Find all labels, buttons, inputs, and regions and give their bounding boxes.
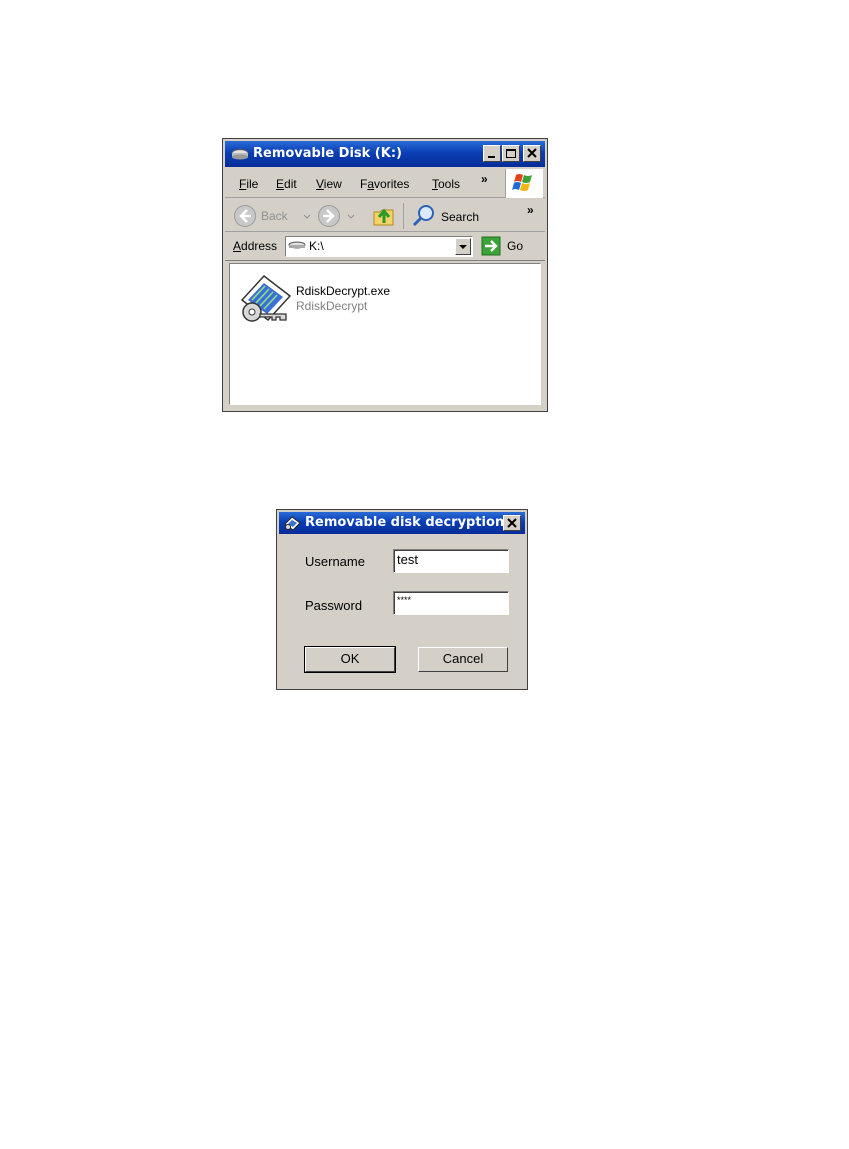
menu-view[interactable]: View [316, 177, 342, 191]
file-description: RdiskDecrypt [296, 299, 368, 313]
ok-button[interactable]: OK [304, 646, 396, 673]
address-bar: Address K:\ Go [225, 233, 545, 261]
address-input[interactable]: K:\ [285, 236, 473, 257]
file-item[interactable]: RdiskDecrypt.exe RdiskDecrypt [234, 270, 414, 330]
dialog-title: Removable disk decryption [305, 515, 505, 530]
chevron-down-icon [347, 214, 355, 219]
minimize-button[interactable] [483, 145, 501, 162]
password-label: Password [305, 598, 363, 613]
back-label: Back [261, 209, 288, 223]
file-list-area[interactable]: RdiskDecrypt.exe RdiskDecrypt [229, 263, 541, 405]
toolbar-overflow-chevron[interactable]: » [527, 203, 534, 217]
file-name: RdiskDecrypt.exe [296, 284, 391, 298]
maximize-button[interactable] [502, 145, 520, 162]
toolbar-separator [403, 203, 404, 229]
back-arrow-icon [234, 205, 256, 227]
chevron-down-icon [303, 214, 311, 219]
dialog-titlebar[interactable]: Removable disk decryption [279, 512, 525, 534]
explorer-title: Removable Disk (K:) [253, 146, 402, 161]
explorer-window: Removable Disk (K:) File Edit View Favor… [222, 138, 548, 412]
maximize-icon [506, 149, 516, 158]
forward-button[interactable] [317, 204, 359, 228]
dropdown-arrow-icon [459, 245, 467, 249]
forward-arrow-icon [318, 205, 340, 227]
go-arrow-icon [481, 236, 501, 256]
go-label: Go [507, 239, 524, 253]
address-dropdown-button[interactable] [455, 238, 471, 255]
close-button[interactable] [523, 145, 541, 162]
close-icon [507, 518, 517, 528]
folder-up-icon [373, 208, 394, 226]
menu-file[interactable]: File [239, 177, 258, 191]
search-label: Search [441, 210, 480, 224]
dialog-close-button[interactable] [503, 515, 521, 531]
menu-bar: File Edit View Favorites Tools » [225, 169, 545, 198]
standard-toolbar: Back Search » [225, 199, 545, 232]
menu-overflow-chevron[interactable]: » [481, 172, 488, 186]
windows-logo [505, 169, 543, 198]
drive-icon [288, 241, 306, 249]
windows-flag-icon [512, 174, 532, 191]
password-input[interactable]: **** [393, 591, 509, 615]
search-icon [412, 205, 434, 227]
close-icon [527, 148, 537, 158]
drive-icon [231, 149, 249, 160]
menu-tools[interactable]: Tools [432, 177, 460, 191]
username-label: Username [305, 554, 365, 569]
menu-favorites[interactable]: Favorites [360, 177, 409, 191]
cancel-button[interactable]: Cancel [418, 647, 508, 672]
decrypt-app-icon [284, 516, 301, 531]
up-folder-button[interactable] [371, 203, 397, 229]
decryption-dialog: Removable disk decryption Username test … [276, 509, 528, 690]
address-value: K:\ [309, 239, 324, 253]
username-input[interactable]: test [393, 549, 509, 573]
decrypt-app-icon [240, 274, 292, 322]
back-button[interactable]: Back [233, 204, 313, 228]
address-label: Address [233, 239, 278, 253]
go-button[interactable]: Go [481, 236, 531, 257]
explorer-titlebar[interactable]: Removable Disk (K:) [225, 141, 545, 167]
minimize-icon [488, 156, 495, 158]
menu-edit[interactable]: Edit [276, 177, 297, 191]
search-button[interactable]: Search [411, 203, 491, 229]
